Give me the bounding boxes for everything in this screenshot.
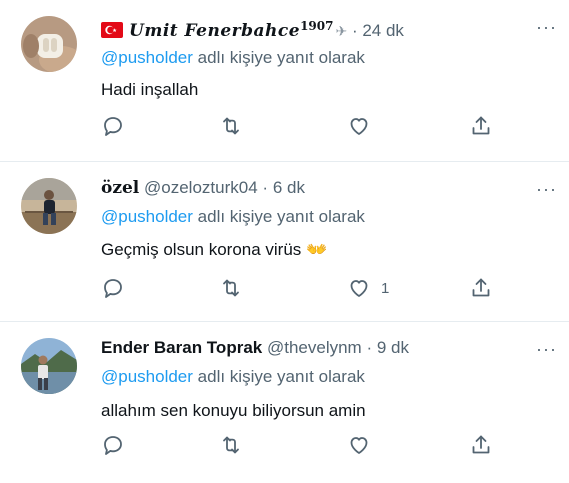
reply-button[interactable] [101, 113, 125, 139]
share-icon [472, 116, 490, 135]
retweet-button[interactable] [219, 432, 243, 458]
avatar[interactable] [21, 16, 77, 72]
action-bar [101, 113, 501, 139]
reply-button[interactable] [101, 275, 125, 301]
like-icon [350, 437, 368, 454]
reply-icon [104, 436, 122, 455]
like-count: 1 [381, 279, 390, 297]
like-icon [350, 280, 368, 297]
tweet-3[interactable]: Ender Baran Toprak @thevelynm · 9 dk ···… [0, 322, 569, 483]
reply-mention-link[interactable]: @pusholder [101, 207, 193, 226]
tweet-header: Ender Baran Toprak @thevelynm · 9 dk [101, 337, 409, 359]
display-name[interactable]: özel [101, 178, 139, 198]
reply-button[interactable] [101, 432, 125, 458]
bird-glyph-icon: ✈ [335, 23, 348, 39]
retweet-icon [223, 117, 239, 135]
tweet-text: allahım sen konuyu biliyorsun amin [101, 401, 366, 420]
avatar[interactable] [21, 178, 77, 234]
retweet-button[interactable] [219, 113, 243, 139]
share-button[interactable] [469, 113, 493, 139]
like-icon [350, 118, 368, 135]
share-button[interactable] [469, 275, 493, 301]
reply-mention-link[interactable]: @pusholder [101, 48, 193, 67]
reply-suffix: adlı kişiye yanıt olarak [197, 48, 365, 67]
reply-suffix: adlı kişiye yanıt olarak [197, 207, 365, 226]
more-icon[interactable]: ··· [536, 18, 557, 36]
reply-mention-link[interactable]: @pusholder [101, 367, 193, 386]
tweet-1[interactable]: Umit Fenerbahce1907 ✈ · 24 dk ··· @pushol… [0, 0, 569, 160]
like-button[interactable] [347, 432, 381, 458]
reply-icon [104, 117, 122, 136]
turkey-flag-icon [101, 22, 123, 44]
reply-icon [104, 279, 122, 298]
reply-context: @pusholder adlı kişiye yanıt olarak [101, 367, 365, 387]
handle[interactable]: @ozelozturk04 [144, 178, 258, 197]
separator: · [351, 21, 358, 40]
retweet-icon [223, 279, 239, 297]
separator: · [262, 178, 269, 197]
reply-context: @pusholder adlı kişiye yanıt olarak [101, 48, 365, 68]
tweet-text: Geçmiş olsun korona virüs 👐 [101, 240, 328, 259]
retweet-button[interactable] [219, 275, 243, 301]
share-icon [472, 278, 490, 297]
display-name[interactable]: Umit Fenerbahce [129, 21, 300, 41]
share-icon [472, 435, 490, 454]
action-bar: 1 [101, 275, 501, 301]
tweet-header: özel @ozelozturk04 · 6 dk [101, 177, 305, 199]
handle[interactable]: @thevelynm [267, 338, 362, 357]
separator: · [366, 338, 373, 357]
display-name[interactable]: Ender Baran Toprak [101, 338, 262, 357]
timestamp[interactable]: 6 dk [273, 178, 305, 197]
avatar[interactable] [21, 338, 77, 394]
tweet-header: Umit Fenerbahce1907 ✈ · 24 dk [101, 15, 404, 44]
tweet-2[interactable]: özel @ozelozturk04 · 6 dk ··· @pusholder… [0, 162, 569, 320]
timestamp[interactable]: 24 dk [362, 21, 404, 40]
reply-context: @pusholder adlı kişiye yanıt olarak [101, 207, 365, 227]
action-bar [101, 432, 501, 458]
like-button[interactable] [347, 113, 381, 139]
retweet-icon [223, 436, 239, 454]
more-icon[interactable]: ··· [536, 340, 557, 358]
name-suffix: 1907 [300, 19, 334, 33]
tweet-text: Hadi inşallah [101, 80, 199, 99]
more-icon[interactable]: ··· [536, 180, 557, 198]
like-button[interactable]: 1 [347, 275, 389, 301]
share-button[interactable] [469, 432, 493, 458]
reply-suffix: adlı kişiye yanıt olarak [197, 367, 365, 386]
timestamp[interactable]: 9 dk [377, 338, 409, 357]
